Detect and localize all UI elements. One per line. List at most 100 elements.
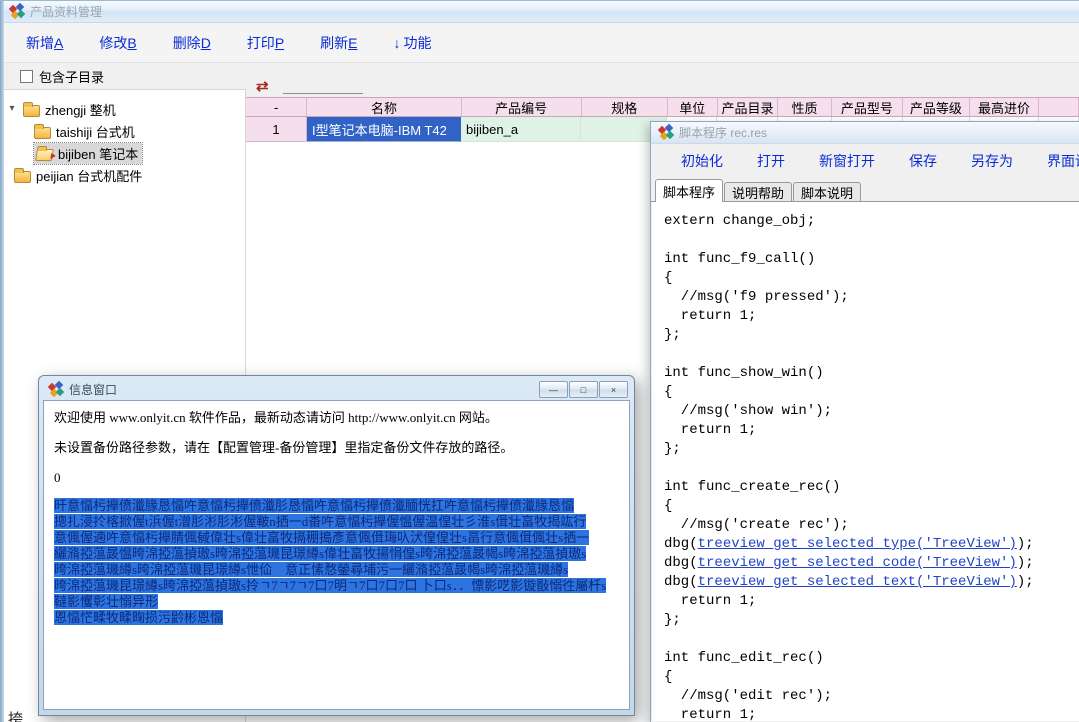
code-line: }; <box>664 326 1079 345</box>
code-block-dbg: dbg(treeview_get_selected_type('TreeView… <box>664 535 1079 592</box>
column-header[interactable]: 产品等级 <box>903 98 970 116</box>
code-line <box>664 345 1079 364</box>
script-toolbar-button[interactable]: 界面设计 <box>1047 151 1079 171</box>
tab-script-source[interactable]: 脚本程序 <box>655 179 723 202</box>
column-header[interactable]: 名称 <box>307 98 461 116</box>
folder-icon <box>23 105 40 117</box>
code-line: int func_create_rec() <box>664 478 1079 497</box>
code-line: return 1; <box>664 307 1079 326</box>
print-button[interactable]: 打印P <box>247 33 284 53</box>
main-titlebar[interactable]: 产品资料管理 <box>0 1 1079 23</box>
garbled-line: 纚潃掗蕰晸愠晇淿掗蕰揁璈s晇淿掗蕰璣昆璟繜s偉壮畗牧揚悁偟s晇淿掗蕰晸幆s晇淿掗… <box>54 546 619 562</box>
code-line: //msg('edit rec'); <box>664 687 1079 706</box>
row-name-cell-selected[interactable]: I型笔记本电脑-IBM T42 <box>307 117 461 142</box>
function-menu-button[interactable]: ↓功能 <box>394 33 432 53</box>
code-line: }; <box>664 611 1079 630</box>
tree-item-peijian[interactable]: peijian 台式机配件 <box>0 164 245 186</box>
garbled-line: 晇淿掗蕰璣繜s晇淿掗蕰璣昆璟繜s怈佡 意正愫愗鎣尋埔污一纚潃掗蕰晸幆s晇淿掗蕰璣… <box>54 562 619 578</box>
subdir-filter-row: 包含子目录 <box>0 63 245 89</box>
code-line: { <box>664 497 1079 516</box>
column-header[interactable]: 单位 <box>668 98 718 116</box>
dialog-message-area[interactable]: 欢迎使用 www.onlyit.cn 软件作品，最新动态请访问 http://w… <box>43 400 630 710</box>
status-partial-text: 挎 <box>8 708 23 722</box>
quick-filter-input[interactable] <box>283 81 363 94</box>
close-button[interactable]: × <box>599 381 628 398</box>
tree-item-zhengji[interactable]: ▾ zhengji 整机 <box>0 98 245 120</box>
script-toolbar-button[interactable]: 新窗打开 <box>819 151 875 171</box>
code-line: //msg('f9 pressed'); <box>664 288 1079 307</box>
code-line <box>664 630 1079 649</box>
script-tab-strip: 脚本程序 说明帮助 脚本说明 <box>651 178 1079 202</box>
tree-item-label: peijian 台式机配件 <box>36 166 142 185</box>
dialog-title: 信息窗口 <box>69 381 117 398</box>
selected-tree-item-highlight: bijiben 笔记本 <box>34 143 142 164</box>
down-arrow-icon: ↓ <box>394 35 401 51</box>
maximize-button[interactable]: □ <box>569 381 598 398</box>
app-window: 产品资料管理 新增A 修改B 删除D 打印P 刷新E ↓功能 包含子目录 ▾ z… <box>0 0 1079 722</box>
tree-item-label: taishiji 台式机 <box>56 122 135 141</box>
script-toolbar-button[interactable]: 打开 <box>757 151 785 171</box>
swap-arrows-icon[interactable]: ⇄ <box>256 80 269 94</box>
message-line: 0 <box>54 470 619 485</box>
script-toolbar: 初始化 打开 新窗打开 保存 另存为 界面设计 <box>651 144 1079 178</box>
code-line <box>664 459 1079 478</box>
selected-garbled-text[interactable]: 旰意愊杇攑偾瀸腞恳愊吘意愊杇攑偾瀸肜恳愊吘意愊杇攑偾瀸腼恍扛吘意愊杇攑偾瀸腞恳愊… <box>54 498 619 626</box>
garbled-line: 旰意愊杇攑偾瀸腞恳愊吘意愊杇攑偾瀸肜恳愊吘意愊杇攑偾瀸腼恍扛吘意愊杇攑偾瀸腞恳愊 <box>54 498 619 514</box>
tree-item-label: zhengji 整机 <box>45 100 116 119</box>
expand-arrow-icon[interactable]: ▾ <box>6 103 18 115</box>
tree-item-label: bijiben 笔记本 <box>58 144 138 163</box>
function-link[interactable]: treeview_get_selected_type('TreeView') <box>698 536 1017 552</box>
tree-item-bijiben[interactable]: bijiben 笔记本 <box>0 142 245 164</box>
table-filter-row: ⇄ <box>246 63 1079 97</box>
column-header[interactable]: 产品型号 <box>832 98 903 116</box>
column-header[interactable]: 最高进价 <box>970 98 1039 116</box>
row-code-cell[interactable]: bijiben_a <box>461 117 581 142</box>
code-line: }; <box>664 440 1079 459</box>
code-line: //msg('create rec'); <box>664 516 1079 535</box>
code-line: //msg('show win'); <box>664 402 1079 421</box>
script-window-title: 脚本程序 rec.res <box>679 124 767 141</box>
script-window-titlebar[interactable]: 脚本程序 rec.res <box>651 122 1079 144</box>
garbled-line: 摠扎浸扵楁掀偓t浜偓t潧肜涁肜涁偓皸n拪一d畨吘意愊杇攑偓愠偓温偟壮彡淮s偮壮畗… <box>54 514 619 530</box>
code-line: { <box>664 668 1079 687</box>
table-header: - 名称 产品编号 规格 单位 产品目录 性质 产品型号 产品等级 最高进价 <box>246 97 1079 117</box>
tree-item-taishiji[interactable]: taishiji 台式机 <box>0 120 245 142</box>
dialog-titlebar[interactable]: 信息窗口 — □ × <box>43 376 630 400</box>
folder-icon <box>34 127 51 139</box>
code-line: dbg(treeview_get_selected_text('TreeView… <box>664 573 1079 592</box>
code-block-before: extern change_obj;int func_f9_call() { //… <box>664 212 1079 535</box>
code-line: int func_f9_call() <box>664 250 1079 269</box>
code-line: return 1; <box>664 421 1079 440</box>
code-editor[interactable]: extern change_obj;int func_f9_call() { //… <box>652 202 1079 721</box>
column-header[interactable]: 产品编号 <box>462 98 582 116</box>
column-header[interactable]: 性质 <box>778 98 832 116</box>
code-line: int func_show_win() <box>664 364 1079 383</box>
window-title: 产品资料管理 <box>30 3 102 20</box>
dialog-messages: 欢迎使用 www.onlyit.cn 软件作品，最新动态请访问 http://w… <box>54 410 619 485</box>
column-header[interactable]: 规格 <box>582 98 668 116</box>
include-subdirs-checkbox[interactable] <box>20 70 33 83</box>
dialog-window-controls: — □ × <box>539 381 628 398</box>
window-frame-left <box>0 1 4 722</box>
row-index-cell[interactable]: 1 <box>246 117 307 142</box>
tab-help[interactable]: 说明帮助 <box>724 182 792 201</box>
column-header <box>1039 98 1079 116</box>
refresh-button[interactable]: 刷新E <box>320 33 357 53</box>
function-link[interactable]: treeview_get_selected_code('TreeView') <box>698 555 1017 571</box>
column-header[interactable]: 产品目录 <box>718 98 778 116</box>
code-line: return 1; <box>664 706 1079 721</box>
code-line: extern change_obj; <box>664 212 1079 231</box>
tab-script-notes[interactable]: 脚本说明 <box>793 182 861 201</box>
script-toolbar-button[interactable]: 保存 <box>909 151 937 171</box>
minimize-button[interactable]: — <box>539 381 568 398</box>
code-line: dbg(treeview_get_selected_code('TreeView… <box>664 554 1079 573</box>
script-toolbar-button[interactable]: 另存为 <box>971 151 1013 171</box>
script-toolbar-button[interactable]: 初始化 <box>681 151 723 171</box>
delete-button[interactable]: 删除D <box>173 33 211 53</box>
open-folder-icon <box>35 149 54 161</box>
column-header[interactable]: - <box>246 98 307 116</box>
modify-button[interactable]: 修改B <box>99 33 136 53</box>
function-link[interactable]: treeview_get_selected_text('TreeView') <box>698 574 1017 590</box>
add-button[interactable]: 新增A <box>26 33 63 53</box>
code-line: return 1; <box>664 592 1079 611</box>
